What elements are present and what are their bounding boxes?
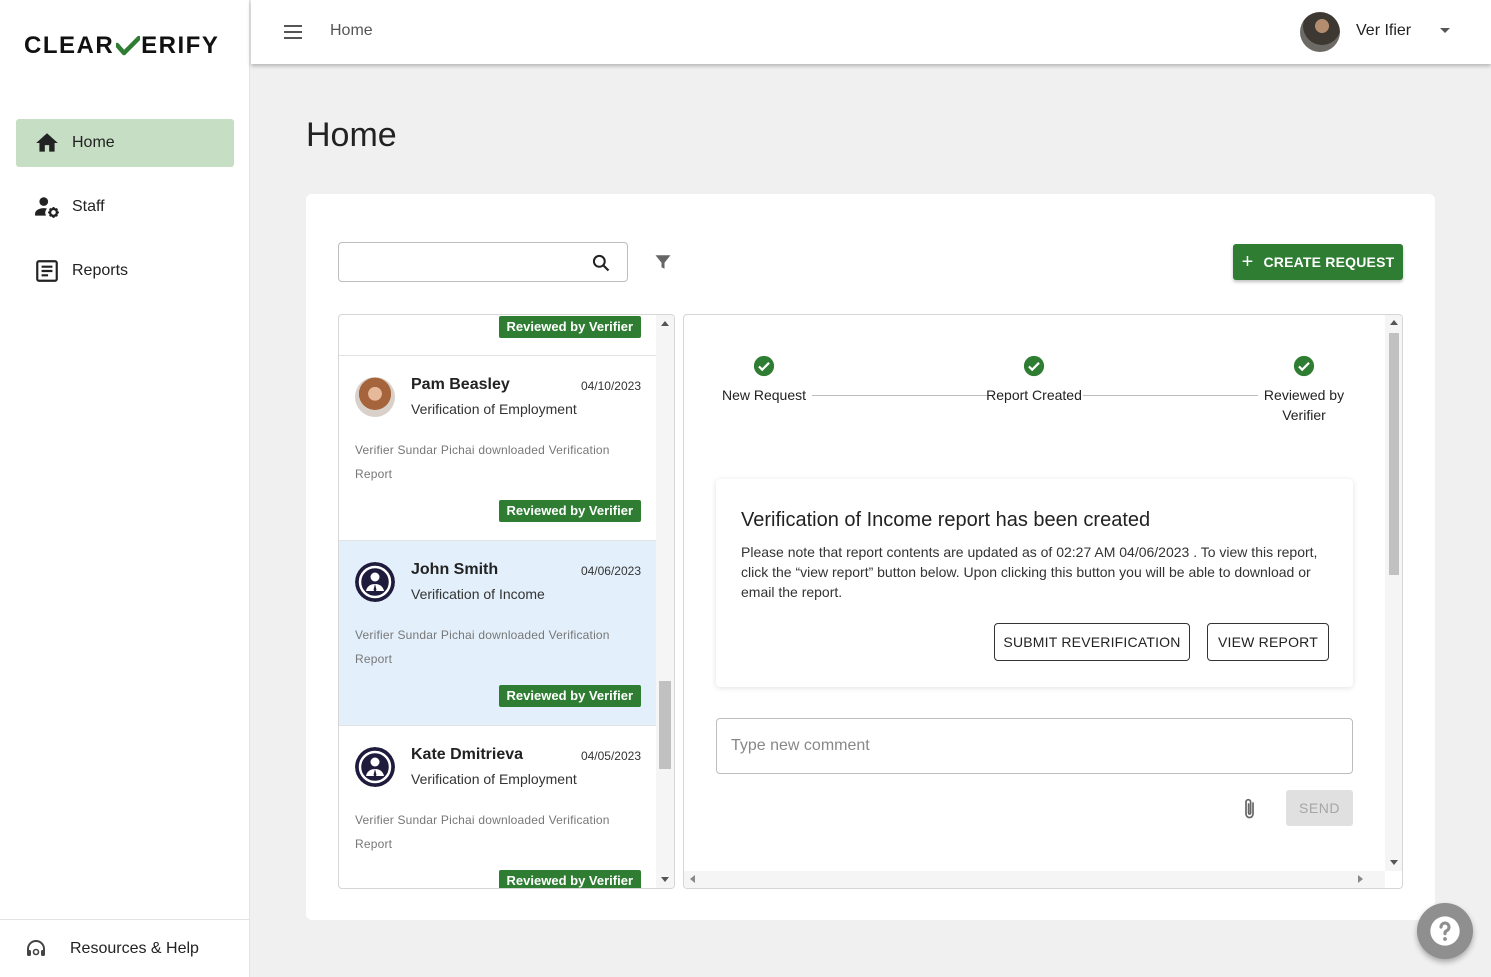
reports-icon — [36, 260, 58, 282]
logo-text-erify: ERIFY — [141, 32, 220, 59]
status-badge: Reviewed by Verifier — [498, 500, 641, 522]
scroll-up-icon[interactable] — [1390, 320, 1398, 325]
person-avatar-icon — [355, 747, 395, 787]
sidebar-item-staff[interactable]: Staff — [16, 183, 234, 231]
breadcrumb: Home — [330, 22, 373, 39]
sidebar-item-reports[interactable]: Reports — [16, 247, 234, 295]
hamburger-menu-icon[interactable] — [281, 20, 305, 44]
resources-help-link[interactable]: Resources & Help — [0, 919, 250, 977]
check-circle-icon — [753, 355, 775, 377]
search-box — [338, 242, 628, 282]
requests-card: + CREATE REQUEST Reviewed by Verifier Pa… — [306, 194, 1435, 920]
sidebar: CLEAR ERIFY Home Staff Reports Resources… — [0, 0, 250, 977]
detail-horizontal-scrollbar[interactable] — [684, 871, 1385, 888]
request-type: Verification of Employment — [411, 771, 577, 787]
search-icon[interactable] — [591, 253, 611, 273]
check-circle-icon — [1023, 355, 1045, 377]
list-item[interactable]: Pam Beasley 04/10/2023 Verification of E… — [339, 356, 657, 541]
request-note: Verifier Sundar Pichai downloaded Verifi… — [355, 443, 610, 481]
check-v-icon — [116, 36, 141, 56]
status-badge: Reviewed by Verifier — [498, 870, 641, 888]
report-title: Verification of Income report has been c… — [741, 509, 1151, 531]
search-input[interactable] — [339, 243, 579, 281]
scroll-up-icon[interactable] — [661, 321, 669, 326]
scroll-right-icon[interactable] — [1358, 875, 1363, 883]
view-report-button[interactable]: VIEW REPORT — [1207, 623, 1329, 661]
help-fab-button[interactable] — [1417, 903, 1473, 959]
status-badge: Reviewed by Verifier — [498, 316, 641, 338]
list-item[interactable]: Reviewed by Verifier — [339, 315, 657, 356]
scroll-down-icon[interactable] — [1390, 860, 1398, 865]
sidebar-item-label: Home — [72, 134, 115, 151]
request-note: Verifier Sundar Pichai downloaded Verifi… — [355, 813, 610, 851]
detail-vertical-scrollbar[interactable] — [1385, 315, 1402, 871]
list-item[interactable]: John Smith 04/06/2023 Verification of In… — [339, 541, 657, 726]
request-date: 04/10/2023 — [580, 379, 641, 393]
request-date: 04/05/2023 — [580, 749, 641, 763]
step-report-created: Report Created — [974, 355, 1094, 405]
request-type: Verification of Employment — [411, 401, 577, 417]
logo-text-clear: CLEAR — [24, 32, 115, 59]
detail-scroll-thumb[interactable] — [1389, 333, 1399, 575]
top-app-bar: Home Ver Ifier — [251, 0, 1491, 64]
person-avatar-icon — [355, 562, 395, 602]
page-title: Home — [306, 116, 397, 154]
help-question-icon — [1430, 916, 1460, 946]
step-reviewed-by-verifier: Reviewed by Verifier — [1244, 355, 1364, 425]
avatar — [355, 377, 395, 417]
request-date: 04/06/2023 — [580, 564, 641, 578]
request-list[interactable]: Reviewed by Verifier Pam Beasley 04/10/2… — [338, 314, 675, 889]
comment-input[interactable] — [717, 719, 1352, 773]
request-note: Verifier Sundar Pichai downloaded Verifi… — [355, 628, 610, 666]
check-circle-icon — [1293, 355, 1315, 377]
support-headset-icon — [27, 939, 45, 956]
submit-reverification-button[interactable]: SUBMIT REVERIFICATION — [994, 623, 1190, 661]
resources-help-label: Resources & Help — [70, 939, 199, 957]
paperclip-icon[interactable] — [1240, 797, 1260, 821]
staff-settings-icon — [35, 197, 59, 218]
step-new-request: New Request — [704, 355, 824, 405]
list-item[interactable]: Kate Dmitrieva 04/05/2023 Verification o… — [339, 726, 657, 888]
sidebar-item-label: Staff — [72, 198, 105, 215]
user-avatar[interactable] — [1300, 12, 1340, 52]
user-menu-caret-icon[interactable] — [1440, 28, 1450, 33]
request-name: John Smith — [411, 561, 499, 578]
comment-box — [716, 718, 1353, 774]
create-request-label: CREATE REQUEST — [1263, 254, 1395, 270]
step-label: Reviewed by Verifier — [1263, 387, 1345, 423]
scroll-left-icon[interactable] — [690, 875, 695, 883]
stepper-connector — [812, 395, 987, 396]
report-description: Please note that report contents are upd… — [741, 544, 1318, 600]
plus-icon: + — [1241, 251, 1254, 273]
step-label: New Request — [721, 387, 807, 403]
stepper-connector — [1083, 395, 1258, 396]
send-button[interactable]: SEND — [1286, 790, 1353, 826]
scroll-down-icon[interactable] — [661, 877, 669, 882]
user-name[interactable]: Ver Ifier — [1356, 22, 1411, 40]
list-scroll-thumb[interactable] — [659, 681, 671, 769]
request-detail-panel: New Request Report Created Reviewed by V… — [683, 314, 1403, 889]
home-icon — [36, 133, 58, 152]
report-created-box: Verification of Income report has been c… — [716, 479, 1353, 687]
status-badge: Reviewed by Verifier — [498, 685, 641, 707]
sidebar-item-home[interactable]: Home — [16, 119, 234, 167]
clearverify-logo[interactable]: CLEAR ERIFY — [24, 32, 219, 60]
list-scrollbar[interactable] — [656, 315, 674, 888]
sidebar-item-label: Reports — [72, 262, 129, 279]
create-request-button[interactable]: + CREATE REQUEST — [1233, 244, 1403, 280]
step-label: Report Created — [986, 387, 1082, 403]
request-name: Pam Beasley — [411, 376, 510, 393]
request-name: Kate Dmitrieva — [411, 746, 524, 763]
request-type: Verification of Income — [411, 586, 545, 602]
filter-icon[interactable] — [654, 253, 672, 271]
